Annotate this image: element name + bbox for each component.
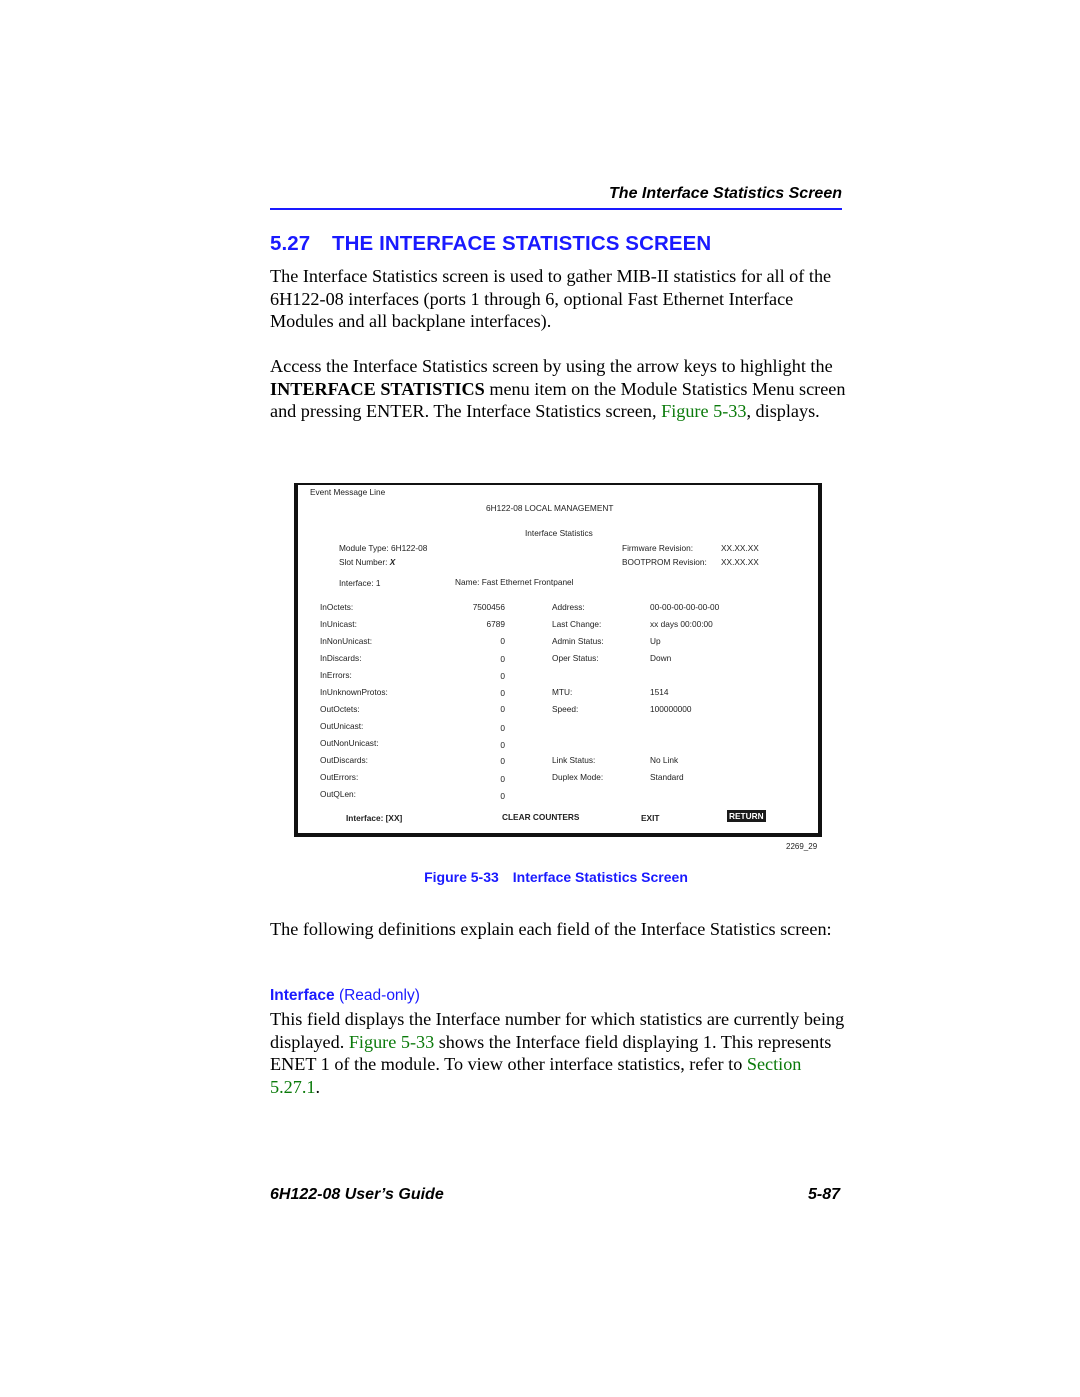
counter-label: OutOctets:	[320, 704, 360, 714]
counter-value: 7500456	[472, 602, 505, 612]
info-value: No Link	[650, 755, 679, 765]
info-label: Last Change:	[552, 619, 602, 629]
firmware-revision-label: Firmware Revision:	[622, 543, 693, 553]
counter-label: OutNonUnicast:	[320, 738, 379, 748]
info-value: Down	[650, 653, 672, 663]
slot-label: Slot Number:	[339, 557, 390, 567]
text: .	[315, 1077, 321, 1098]
counter-value: 0	[500, 791, 505, 801]
counter-value: 0	[500, 636, 505, 646]
bootprom-revision-label: BOOTPROM Revision:	[622, 557, 707, 567]
info-label: MTU:	[552, 687, 573, 697]
running-head: The Interface Statistics Screen	[609, 185, 842, 202]
info-label: Link Status:	[552, 755, 596, 765]
figure-caption: Figure 5-33 Interface Statistics Screen	[270, 869, 842, 885]
info-label: Speed:	[552, 704, 579, 714]
counter-value: 0	[500, 723, 505, 733]
interface-name: Name: Fast Ethernet Frontpanel	[455, 577, 574, 587]
counter-label: InNonUnicast:	[320, 636, 373, 646]
terminal-title: 6H122-08 LOCAL MANAGEMENT	[486, 503, 614, 513]
header-rule	[270, 208, 842, 210]
slot-number: Slot Number: X	[339, 557, 395, 567]
field-heading: Interface (Read-only)	[270, 987, 420, 1005]
info-value: Standard	[650, 772, 684, 782]
page-number: 5-87	[807, 1186, 840, 1203]
counter-label: OutDiscards:	[320, 755, 368, 765]
figure-caption-title: Interface Statistics Screen	[512, 869, 688, 885]
counter-label: InErrors:	[320, 670, 352, 680]
counter-value: 0	[500, 671, 505, 681]
counter-label: InUnknownProtos:	[320, 687, 388, 697]
counter-value: 0	[500, 654, 505, 664]
counter-label: InDiscards:	[320, 653, 362, 663]
counter-label: InUnicast:	[320, 619, 357, 629]
field-name: Interface	[270, 987, 335, 1004]
interface-field[interactable]: Interface: [XX]	[346, 813, 402, 823]
counter-value: 0	[500, 688, 505, 698]
firmware-revision-value: XX.XX.XX	[721, 543, 759, 553]
counter-value: 0	[500, 756, 505, 766]
definitions-intro: The following definitions explain each f…	[270, 919, 832, 939]
info-value: xx days 00:00:00	[650, 619, 713, 629]
figure-id: 2269_29	[786, 842, 818, 851]
footer-guide-title: 6H122-08 User’s Guide	[270, 1186, 444, 1203]
interface-number: Interface: 1	[339, 578, 381, 588]
section-number: 5.27	[270, 232, 311, 255]
menu-item-name: INTERFACE STATISTICS	[270, 378, 485, 399]
info-label: Duplex Mode:	[552, 772, 604, 782]
exit-button[interactable]: EXIT	[641, 813, 659, 823]
info-value: 00-00-00-00-00-00	[650, 602, 720, 612]
counter-value: 6789	[486, 619, 505, 629]
figure-link[interactable]: Figure 5-33	[661, 401, 746, 421]
counter-value: 0	[500, 740, 505, 750]
counter-label: OutErrors:	[320, 772, 359, 782]
counter-label: InOctets:	[320, 602, 354, 612]
terminal-subtitle: Interface Statistics	[525, 528, 593, 538]
bootprom-revision-value: XX.XX.XX	[721, 557, 759, 567]
info-value: 100000000	[650, 704, 692, 714]
clear-counters-button[interactable]: CLEAR COUNTERS	[502, 812, 579, 822]
text: , displays.	[746, 401, 820, 422]
slot-value: X	[389, 557, 396, 567]
event-message-line: Event Message Line	[310, 487, 386, 497]
text: Access the Interface Statistics screen b…	[270, 356, 833, 376]
figure-link[interactable]: Figure 5-33	[349, 1032, 434, 1052]
info-value: Up	[650, 636, 661, 646]
field-description: This field displays the Interface number…	[270, 1008, 850, 1099]
counter-label: OutQLen:	[320, 789, 356, 799]
section-title-text: THE INTERFACE STATISTICS SCREEN	[332, 232, 712, 255]
field-mode: (Read-only)	[338, 987, 420, 1004]
info-label: Admin Status:	[552, 636, 604, 646]
counter-value: 0	[500, 774, 505, 784]
counter-label: OutUnicast:	[320, 721, 364, 731]
return-button[interactable]: RETURN	[727, 810, 766, 822]
access-paragraph: Access the Interface Statistics screen b…	[270, 355, 850, 423]
module-type: Module Type: 6H122-08	[339, 543, 428, 553]
info-value: 1514	[650, 687, 669, 697]
intro-paragraph: The Interface Statistics screen is used …	[270, 266, 832, 332]
section-title: 5.27 THE INTERFACE STATISTICS SCREEN	[270, 232, 711, 256]
counter-value: 0	[500, 704, 505, 714]
figure-caption-label: Figure 5-33	[424, 869, 499, 885]
info-label: Address:	[552, 602, 585, 612]
info-label: Oper Status:	[552, 653, 599, 663]
